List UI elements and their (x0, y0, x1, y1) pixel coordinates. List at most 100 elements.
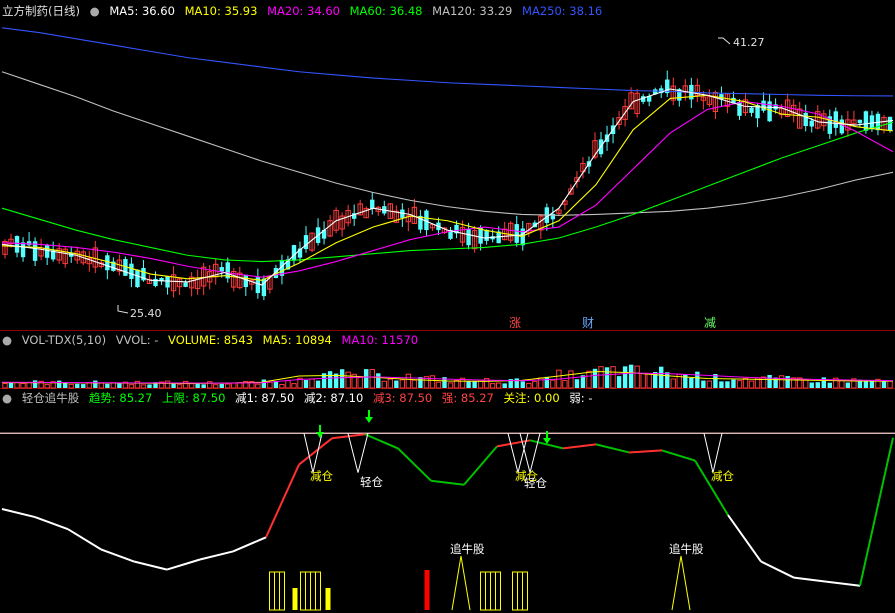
ma-line-ma20 (1, 101, 894, 278)
trend-segment (199, 550, 234, 561)
candle-body (135, 269, 140, 288)
volume-bar (622, 366, 628, 388)
trend-segment (661, 449, 696, 462)
volume-bar (821, 377, 826, 388)
volume-bar (8, 382, 14, 388)
volume-bar (376, 373, 381, 388)
signal-arrow-head-icon (316, 432, 324, 438)
high-price-pointer (718, 37, 731, 45)
volume-bar (550, 379, 556, 389)
candle-body (809, 120, 814, 127)
volume-bar (182, 380, 189, 389)
signal-bar (300, 571, 306, 611)
indicator-layer (0, 410, 895, 611)
trend-segment (232, 536, 267, 553)
volume-bar (502, 383, 507, 388)
volume-bar (778, 375, 785, 389)
signal-bar (310, 571, 316, 611)
volume-bar (785, 376, 790, 388)
trend-segment (628, 449, 663, 454)
volume-bar (748, 380, 755, 389)
volume-bar (881, 380, 887, 388)
volume-bar (562, 380, 568, 389)
signal-bar (495, 571, 501, 611)
volume-bar (93, 380, 98, 388)
trend-segment (265, 464, 300, 538)
signal-bar (424, 570, 430, 610)
volume-bar (803, 379, 809, 389)
trend-segment (34, 516, 69, 531)
volume-bar (845, 382, 851, 388)
candle-body (749, 107, 754, 113)
volume-bar (20, 382, 26, 389)
volume-bar (610, 366, 616, 389)
volume-bar (604, 367, 610, 388)
candle-body (466, 228, 471, 246)
signal-light-2: 轻仓 (524, 476, 547, 490)
volume-bar (201, 384, 206, 388)
event-marker-cai[interactable]: 财 (582, 316, 594, 330)
volume-bar (255, 383, 261, 389)
volume-bar (670, 378, 676, 389)
volume-bar (472, 381, 477, 388)
volume-bar (646, 373, 652, 389)
volume-bar (586, 370, 592, 389)
volume-bar (267, 381, 273, 389)
trend-segment (430, 479, 465, 486)
signal-bar (315, 571, 321, 611)
chase-bull-spike (451, 555, 471, 611)
volume-bar (309, 378, 315, 389)
volume-bar (767, 374, 772, 388)
signal-bar (305, 571, 311, 611)
volume-bar (773, 377, 778, 388)
volume-bar (164, 380, 171, 389)
signal-bar (279, 571, 285, 611)
volume-bar (315, 380, 321, 388)
candle-body (105, 255, 110, 271)
ma-line-ma60 (1, 121, 894, 263)
candle-body (484, 229, 489, 241)
event-marker-zhang[interactable]: 涨 (509, 315, 521, 330)
volume-bar (429, 375, 436, 389)
volume-bar (291, 383, 297, 389)
volume-bar (887, 380, 893, 389)
volume-bar (466, 381, 471, 388)
volume-bar (32, 380, 38, 388)
trend-segment (463, 445, 498, 486)
signal-bar (512, 571, 518, 611)
volume-bar (273, 381, 279, 388)
trend-segment (760, 560, 795, 579)
candle-body (183, 282, 188, 287)
signal-light-1: 轻仓 (360, 475, 383, 489)
stock-chart-canvas[interactable]: 41.27 25.40 涨 财 减 减仓 轻仓 减仓 轻仓 减仓 追牛股 追牛股 (0, 0, 895, 613)
candle-body (14, 236, 20, 253)
event-marker-jian[interactable]: 减 (704, 316, 716, 330)
volume-bar (176, 384, 183, 389)
volume-bar (394, 380, 399, 388)
candle-body (219, 267, 224, 272)
volume-bar (56, 380, 62, 388)
candle-body (514, 224, 519, 243)
volume-bar (526, 382, 532, 389)
candle-body (833, 111, 839, 128)
signal-dip (703, 433, 723, 473)
volume-bar (435, 381, 442, 389)
spike-label-2: 追牛股 (669, 542, 704, 556)
volume-bar (44, 384, 50, 389)
volume-bar (219, 383, 224, 388)
candle-body (803, 112, 808, 126)
volume-bar (110, 382, 117, 389)
volume-bar (147, 384, 152, 388)
volume-bar (568, 370, 574, 389)
candle-body (857, 119, 863, 124)
volume-bar (357, 377, 363, 389)
signal-bar (490, 571, 496, 611)
volume-bar (387, 378, 394, 389)
candle-body (44, 245, 50, 258)
volume-bar-layer (2, 364, 893, 389)
volume-bar (665, 372, 670, 388)
candle-body (26, 241, 32, 246)
volume-bar (105, 383, 110, 388)
volume-bar (261, 379, 267, 388)
trend-segment (793, 576, 828, 583)
